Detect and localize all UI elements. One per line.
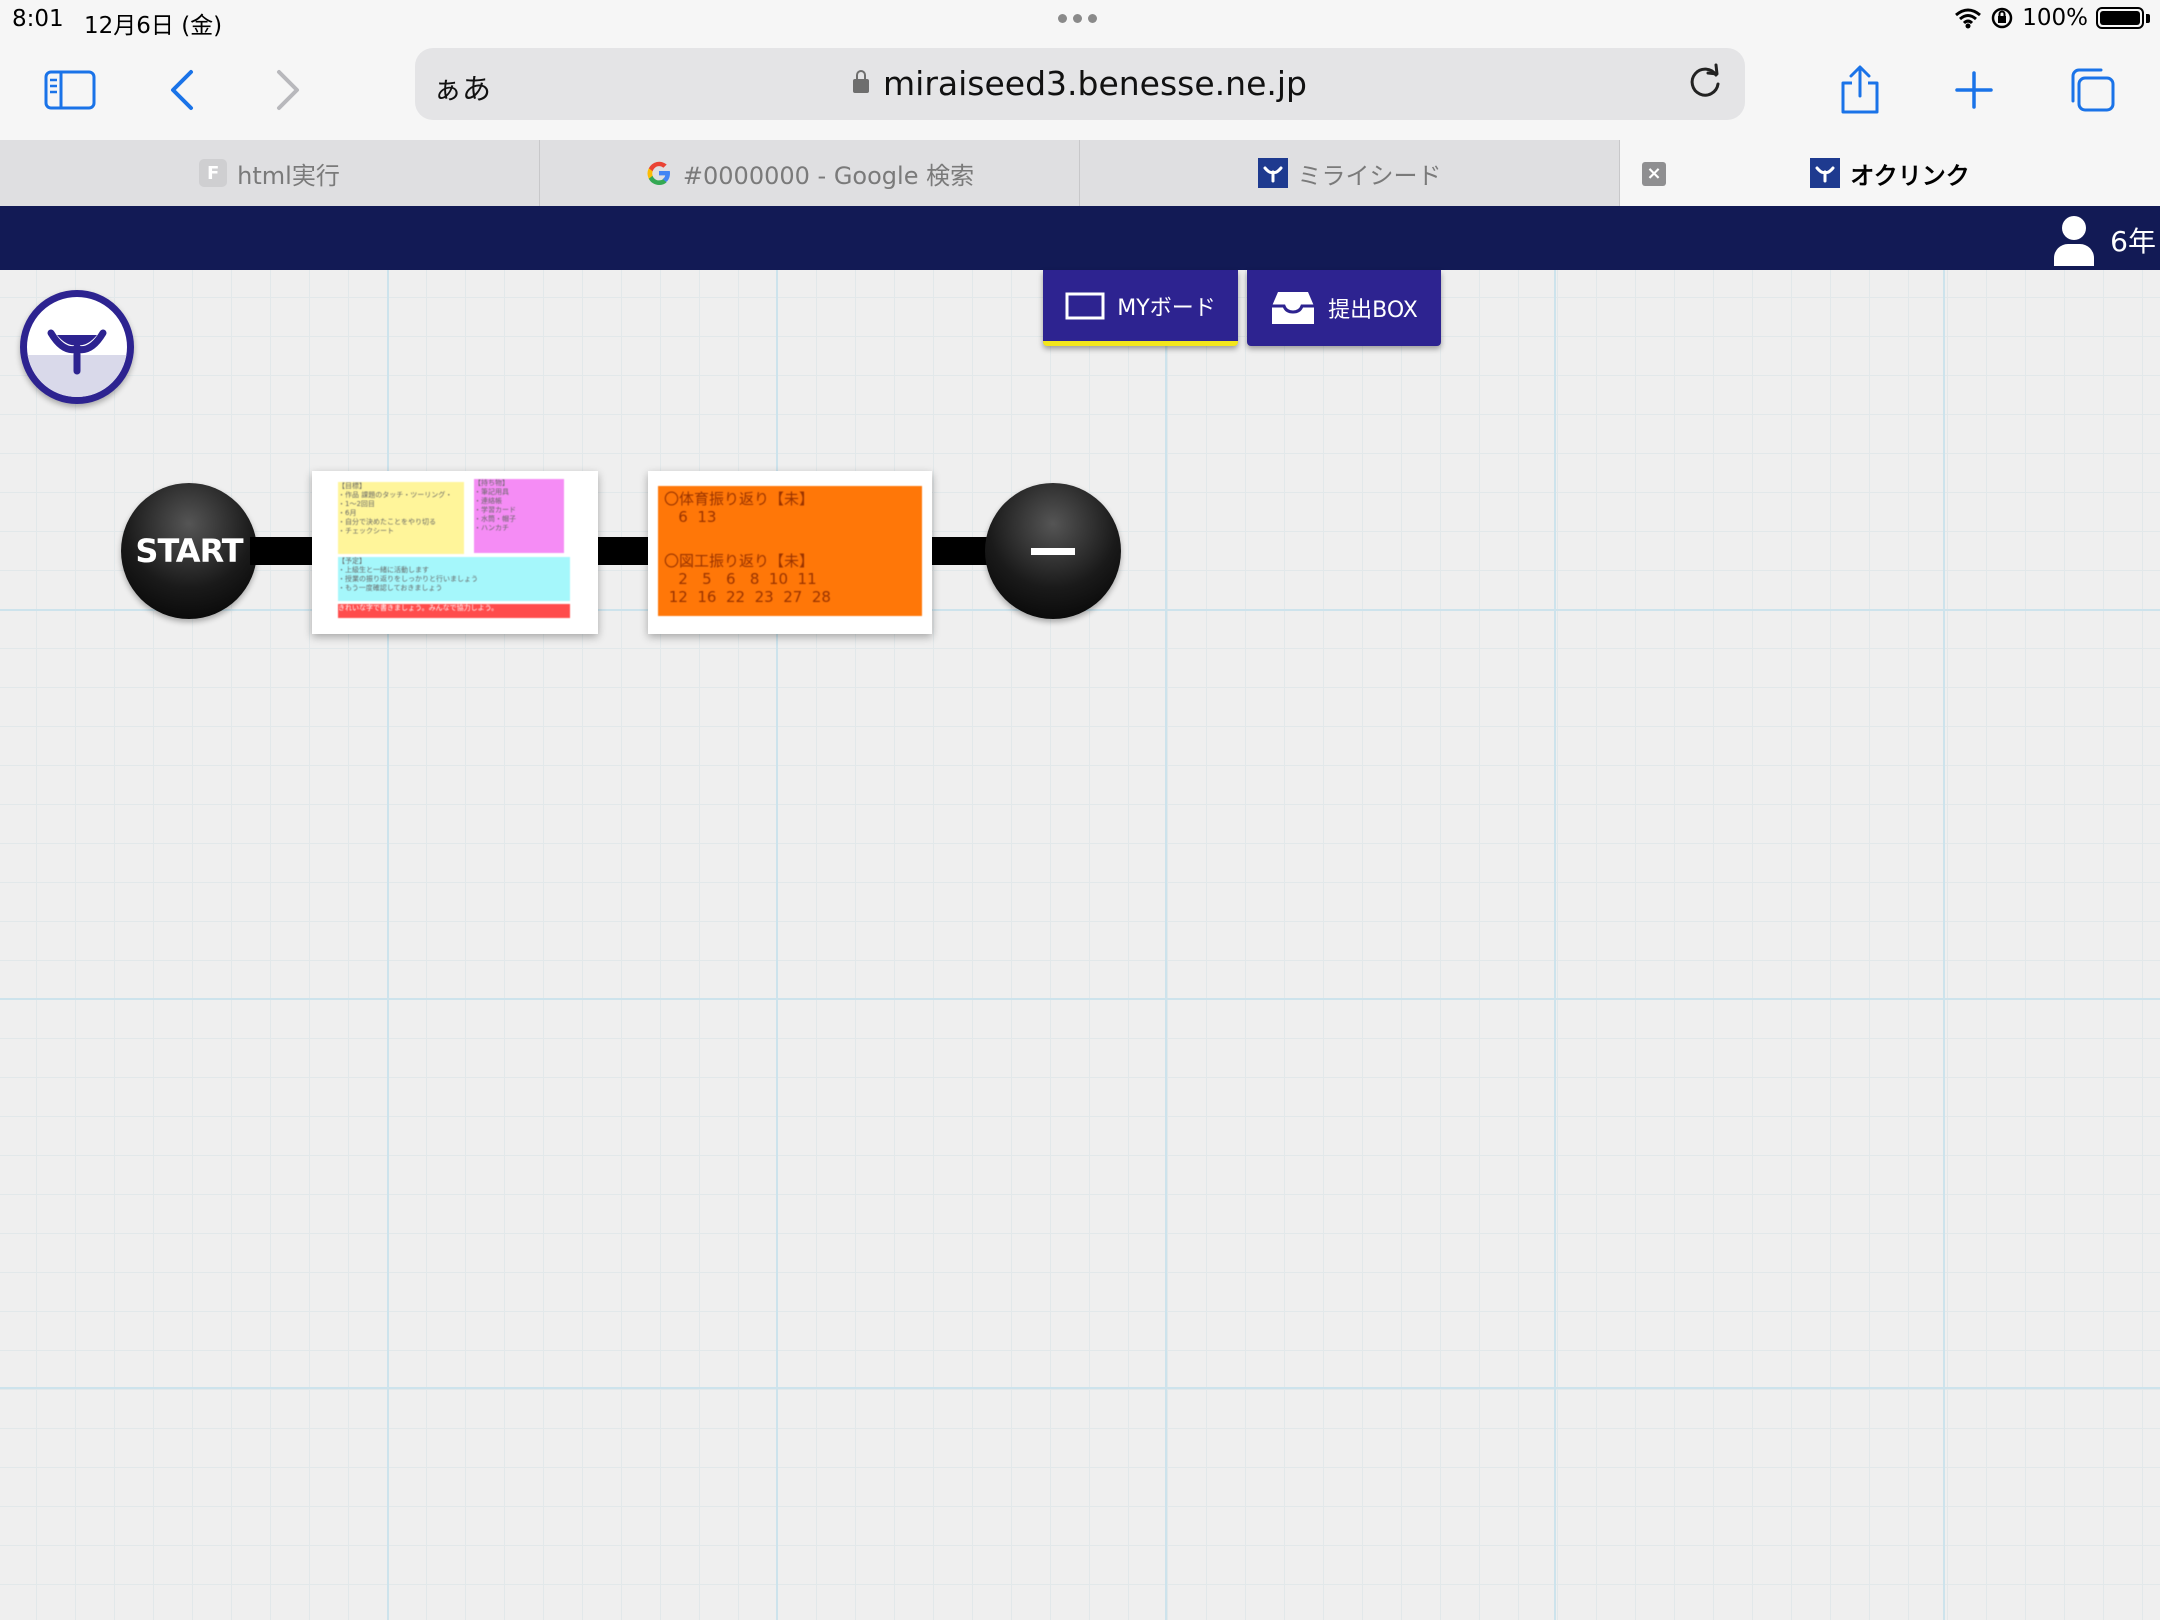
browser-toolbar: ぁあ miraiseed3.benesse.ne.jp — [0, 40, 2160, 140]
submit-box-button[interactable]: 提出BOX — [1247, 270, 1441, 346]
tab-miraiseed[interactable]: ミライシード — [1080, 140, 1620, 206]
address-bar[interactable]: ぁあ miraiseed3.benesse.ne.jp — [415, 48, 1745, 120]
connector-line — [930, 537, 990, 565]
battery-percentage: 100% — [2022, 5, 2088, 31]
battery-icon — [2096, 7, 2144, 29]
chevron-right-icon — [277, 70, 299, 110]
tab-okulink[interactable]: × オクリンク — [1620, 140, 2160, 206]
minus-icon — [1031, 547, 1075, 555]
note-pink: 【持ち物】 ・筆記用具 ・連絡帳 ・学習カード ・水筒・帽子 ・ハンカチ — [474, 479, 564, 553]
share-button[interactable] — [1830, 60, 1890, 120]
myboard-button[interactable]: MYボード — [1043, 270, 1238, 346]
sidebar-button[interactable] — [40, 60, 100, 120]
submit-box-label: 提出BOX — [1328, 298, 1418, 323]
user-menu[interactable]: 6年 — [2052, 214, 2156, 266]
inbox-tray-icon — [1272, 292, 1315, 324]
reflection-note: 〇体育振り返り【未】 6 13 〇図工振り返り【未】 2 5 6 8 10 11… — [658, 486, 922, 616]
sidebar-icon — [44, 70, 96, 110]
share-icon — [1841, 65, 1879, 114]
myboard-label: MYボード — [1117, 295, 1216, 321]
okulink-favicon-icon — [1810, 158, 1841, 188]
tab-overview-button[interactable] — [2062, 60, 2122, 120]
miraiseed-favicon-icon — [1257, 158, 1288, 188]
chevron-left-icon — [171, 70, 193, 110]
user-icon — [2054, 216, 2095, 266]
new-tab-button[interactable] — [1944, 60, 2004, 120]
plus-icon — [1955, 71, 1993, 109]
multitasking-dots-icon[interactable] — [1058, 14, 1097, 23]
status-indicators: 100% — [1954, 5, 2150, 31]
tab-bar: F html実行 #0000000 - Google 検索 ミライシード × オ… — [0, 140, 2160, 206]
start-label: START — [135, 532, 243, 570]
end-node[interactable] — [985, 483, 1121, 619]
orientation-lock-icon — [1991, 7, 2013, 29]
status-bar: 8:01 12月6日 (金) 100% — [0, 0, 2160, 40]
home-logo-button[interactable] — [20, 290, 134, 404]
back-button[interactable] — [152, 60, 212, 120]
tabs-icon — [2071, 68, 2115, 112]
grade-label: 6年 — [2110, 225, 2156, 258]
status-time: 8:01 — [12, 6, 64, 32]
note-yellow: 【目標】 ・作品 課題のタッチ・ツーリング・ ・1〜2回目 ・6月 ・自分で決めたこと… — [338, 482, 464, 554]
tab-label: #0000000 - Google 検索 — [682, 161, 975, 190]
url-display[interactable]: miraiseed3.benesse.ne.jp — [415, 64, 1745, 103]
battery-tip — [2146, 13, 2150, 23]
url-text: miraiseed3.benesse.ne.jp — [883, 64, 1307, 103]
app-header: 6年 — [0, 206, 2160, 270]
sprout-logo-icon — [47, 329, 107, 375]
connector-line — [250, 537, 316, 565]
tab-label: html実行 — [237, 161, 340, 190]
google-icon — [647, 161, 670, 185]
board-icon — [1065, 292, 1105, 319]
start-node[interactable]: START — [121, 483, 257, 619]
close-tab-icon[interactable]: × — [1642, 162, 1666, 186]
favicon-f-icon: F — [199, 159, 228, 187]
tab-label: オクリンク — [1850, 161, 1970, 190]
forward-button[interactable] — [258, 60, 318, 120]
tab-google-search[interactable]: #0000000 - Google 検索 — [540, 140, 1080, 206]
reload-icon[interactable] — [1685, 62, 1725, 102]
tab-html[interactable]: F html実行 — [0, 140, 540, 206]
lock-icon — [853, 70, 869, 93]
note-cyan: 【予定】 ・上級生と一緒に活動します ・授業の振り返りをしっかりと行いましょう ・もう… — [338, 557, 570, 601]
status-date: 12月6日 (金) — [84, 13, 223, 39]
note-red: きれいな字で書きましょう。みんなで協力しよう。 — [338, 604, 570, 618]
card-reflection-status[interactable]: 〇体育振り返り【未】 6 13 〇図工振り返り【未】 2 5 6 8 10 11… — [648, 471, 932, 634]
tab-label: ミライシード — [1297, 161, 1442, 190]
card-thumbnail-notes[interactable]: 【目標】 ・作品 課題のタッチ・ツーリング・ ・1〜2回目 ・6月 ・自分で決めたこと… — [312, 471, 598, 634]
wifi-icon — [1955, 8, 1982, 29]
connector-line — [596, 537, 652, 565]
